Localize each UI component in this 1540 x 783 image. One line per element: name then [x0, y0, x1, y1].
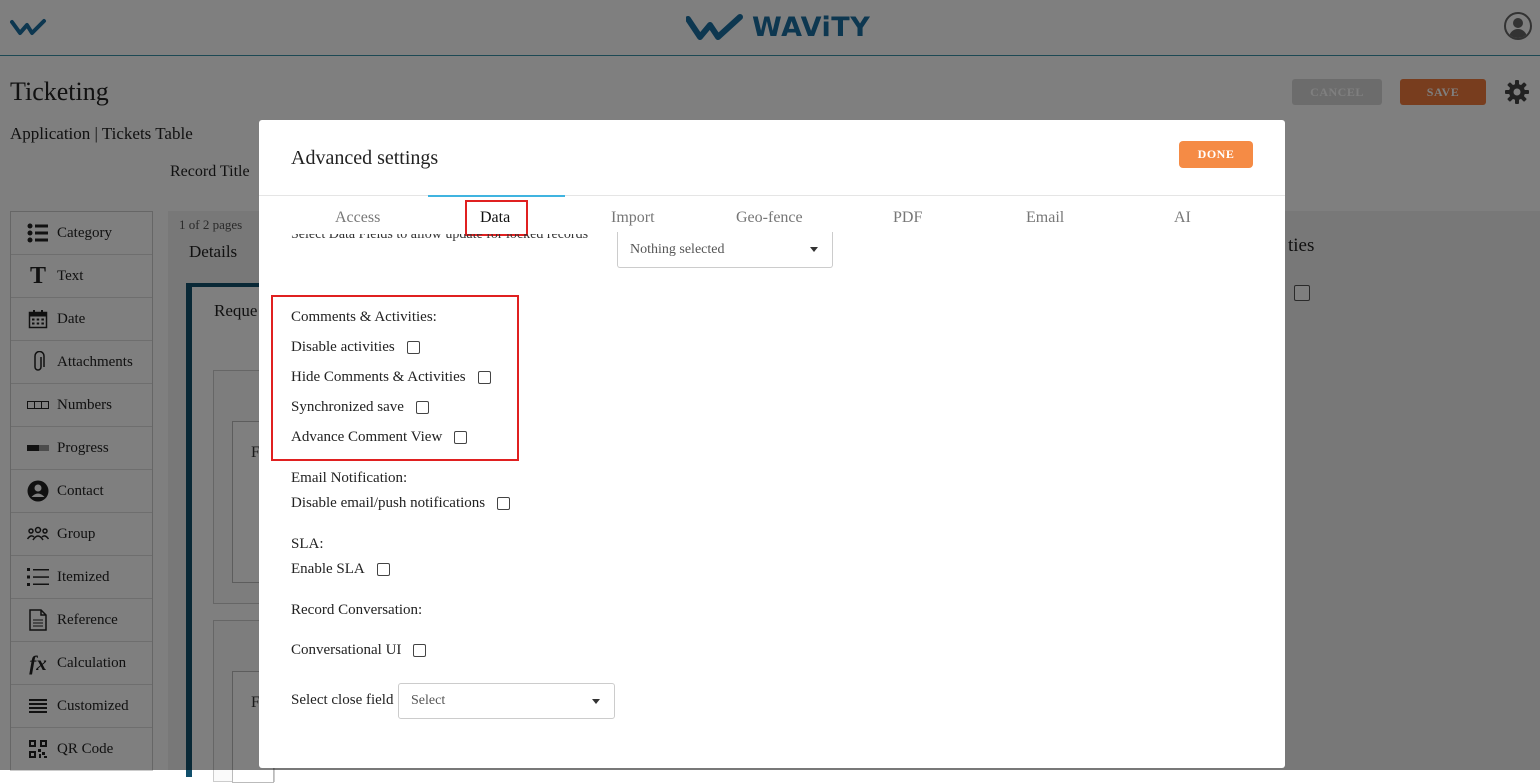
disable-activities-checkbox[interactable] [406, 341, 420, 354]
enable-sla-label: Enable SLA [291, 561, 365, 577]
tab-access[interactable]: Access [335, 209, 380, 227]
active-tab-indicator [428, 195, 565, 197]
tab-pdf[interactable]: PDF [893, 209, 922, 227]
synchronized-save-label: Synchronized save [291, 399, 404, 415]
disable-email-checkbox[interactable] [497, 497, 511, 510]
conversational-ui-checkbox[interactable] [413, 644, 427, 657]
hide-comments-row: Hide Comments & Activities [291, 369, 491, 386]
synchronized-save-row: Synchronized save [291, 399, 429, 416]
advance-comment-view-row: Advance Comment View [291, 429, 468, 446]
record-conversation-header: Record Conversation: [291, 602, 423, 618]
close-field-select[interactable]: Select [398, 683, 615, 719]
conversational-ui-label: Conversational UI [291, 642, 402, 658]
synchronized-save-checkbox[interactable] [415, 401, 429, 414]
tab-geo-fence[interactable]: Geo-fence [736, 209, 803, 227]
comments-header: Comments & Activities: [291, 309, 437, 325]
locked-fields-value: Nothing selected [630, 241, 725, 257]
modal-divider [259, 195, 1285, 196]
done-button[interactable]: DONE [1179, 141, 1253, 168]
advance-comment-view-checkbox[interactable] [454, 431, 468, 444]
enable-sla-row: Enable SLA [291, 561, 390, 578]
tab-import[interactable]: Import [611, 209, 655, 227]
close-field-label: Select close field [291, 692, 394, 708]
advanced-settings-modal: Advanced settings DONE Access Data Impor… [259, 120, 1285, 768]
sla-header: SLA: [291, 536, 324, 552]
disable-email-label: Disable email/push notifications [291, 495, 486, 511]
close-field-value: Select [411, 693, 446, 708]
disable-email-row: Disable email/push notifications [291, 495, 511, 512]
locked-fields-label: Select Data Fields to allow update for l… [291, 234, 589, 242]
email-notification-header: Email Notification: [291, 470, 408, 486]
hide-comments-checkbox[interactable] [477, 371, 491, 384]
disable-activities-row: Disable activities [291, 339, 420, 356]
tab-data-highlight [465, 200, 528, 236]
disable-activities-label: Disable activities [291, 339, 395, 355]
enable-sla-checkbox[interactable] [376, 563, 390, 576]
tab-ai[interactable]: AI [1174, 209, 1191, 227]
advance-comment-view-label: Advance Comment View [291, 429, 443, 445]
chevron-down-icon [592, 699, 600, 704]
locked-fields-select[interactable]: Nothing selected [617, 232, 833, 268]
conversational-ui-row: Conversational UI [291, 642, 427, 659]
modal-title: Advanced settings [291, 147, 439, 169]
hide-comments-label: Hide Comments & Activities [291, 369, 466, 385]
chevron-down-icon [810, 247, 818, 252]
tab-email[interactable]: Email [1026, 209, 1064, 227]
